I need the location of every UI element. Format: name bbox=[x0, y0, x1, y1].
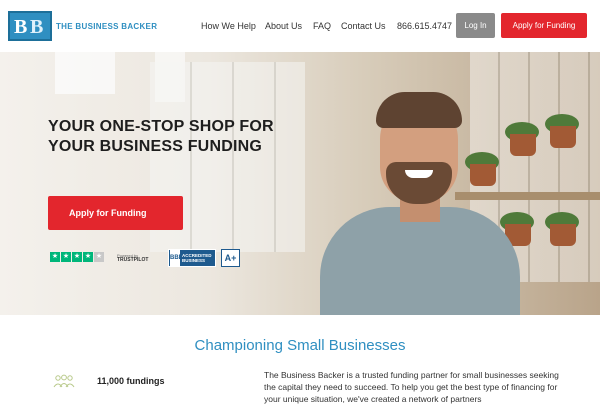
bbb-badge-text: ACCREDITED BUSINESS bbox=[182, 253, 212, 263]
hero-person-shirt bbox=[320, 207, 520, 315]
site-logo[interactable]: BB THE BUSINESS BACKER bbox=[8, 11, 157, 41]
logo-mark-icon: BB bbox=[8, 11, 52, 41]
apply-for-funding-hero-button[interactable]: Apply for Funding bbox=[48, 196, 183, 230]
star-icon: ★ bbox=[94, 252, 104, 262]
plant-pot-icon bbox=[550, 224, 576, 246]
section-title: Championing Small Businesses bbox=[194, 337, 406, 354]
star-icon: ★ bbox=[61, 252, 71, 262]
group-of-people-icon bbox=[53, 374, 75, 388]
trustpilot-brand: TRUSTPILOT bbox=[117, 257, 149, 263]
nav-about-us[interactable]: About Us bbox=[265, 21, 302, 31]
hero-person-beard bbox=[386, 162, 452, 204]
login-button[interactable]: Log In bbox=[456, 13, 495, 38]
logo-text: THE BUSINESS BACKER bbox=[56, 21, 158, 31]
bbb-logo-icon: BBB bbox=[170, 250, 183, 266]
bbb-rating-badge: A+ bbox=[221, 249, 240, 267]
apply-for-funding-header-button[interactable]: Apply for Funding bbox=[501, 13, 587, 38]
fundings-stat: 11,000 fundings bbox=[97, 376, 165, 386]
star-icon: ★ bbox=[72, 252, 82, 262]
plant-pot-icon bbox=[510, 134, 536, 156]
nav-how-we-help[interactable]: How We Help bbox=[201, 21, 256, 31]
bbb-accredited-badge[interactable]: BBB ACCREDITED BUSINESS bbox=[168, 249, 216, 267]
nav-contact-us[interactable]: Contact Us bbox=[341, 21, 386, 31]
star-icon: ★ bbox=[50, 252, 60, 262]
phone-link[interactable]: 866.615.4747 bbox=[397, 21, 452, 31]
hero-headline: YOUR ONE-STOP SHOP FOR YOUR BUSINESS FUN… bbox=[48, 118, 274, 155]
star-icon: ★ bbox=[83, 252, 93, 262]
hero-banner: YOUR ONE-STOP SHOP FOR YOUR BUSINESS FUN… bbox=[0, 52, 600, 315]
trustpilot-badge: Powered by TRUSTPILOT bbox=[117, 253, 148, 263]
plant-pot-icon bbox=[470, 164, 496, 186]
site-header: BB THE BUSINESS BACKER How We Help About… bbox=[0, 0, 600, 52]
plant-pot-icon bbox=[550, 126, 576, 148]
nav-faq[interactable]: FAQ bbox=[313, 21, 331, 31]
hero-person-smile bbox=[405, 170, 433, 178]
hero-person-hair bbox=[376, 92, 462, 128]
trustpilot-rating[interactable]: ★ ★ ★ ★ ★ bbox=[50, 252, 105, 262]
hero-photo-lamp bbox=[55, 52, 115, 94]
hero-photo-shelf bbox=[455, 192, 600, 200]
